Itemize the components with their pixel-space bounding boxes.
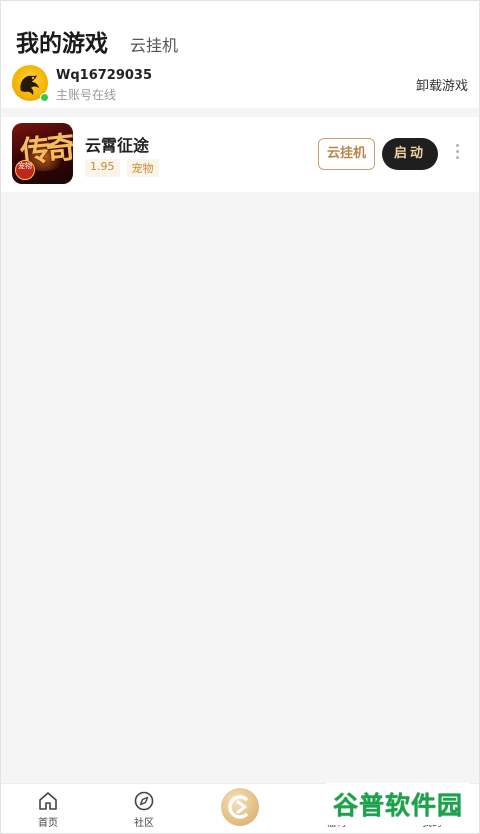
tab-my-games[interactable]: 我的游戏 — [16, 24, 108, 58]
game-card[interactable]: 传奇 宠物 云霄征途 1.95 宠物 云挂机 启动 — [0, 117, 480, 192]
tab-cloud-hosting[interactable]: 云挂机 — [130, 32, 178, 56]
center-logo-icon — [228, 795, 248, 819]
watermark-text: 谷普软件园 — [332, 791, 463, 820]
cloud-hosting-button[interactable]: 云挂机 — [318, 138, 375, 170]
more-options-icon[interactable] — [452, 144, 462, 164]
home-icon — [39, 792, 57, 810]
site-watermark: 谷普软件园 — [326, 783, 470, 825]
account-status: 主账号在线 — [56, 88, 117, 102]
nav-label-community: 社区 — [134, 818, 154, 829]
uninstall-game-button[interactable]: 卸载游戏 — [416, 75, 468, 94]
online-status-dot — [40, 93, 49, 102]
account-row: Wq16729035 主账号在线 卸载游戏 — [12, 65, 468, 103]
nav-label-home: 首页 — [38, 818, 58, 829]
header: 我的游戏 云挂机 Wq16729035 主账号在线 卸载游戏 — [0, 0, 480, 108]
center-logo-button[interactable] — [221, 788, 259, 826]
game-icon-badge: 宠物 — [15, 160, 35, 180]
game-tags: 1.95 宠物 — [85, 159, 159, 177]
game-tag-version: 1.95 — [85, 159, 120, 177]
launch-button[interactable]: 启动 — [382, 138, 438, 170]
game-art-icon[interactable]: 传奇 宠物 — [12, 123, 73, 184]
nav-item-home[interactable]: 首页 — [18, 790, 78, 829]
nav-item-community[interactable]: 社区 — [114, 790, 174, 829]
compass-icon — [134, 791, 154, 811]
top-tabs: 我的游戏 云挂机 — [16, 24, 178, 58]
game-tag-category: 宠物 — [126, 159, 159, 177]
account-username: Wq16729035 — [56, 68, 153, 83]
game-title: 云霄征途 — [85, 136, 150, 155]
